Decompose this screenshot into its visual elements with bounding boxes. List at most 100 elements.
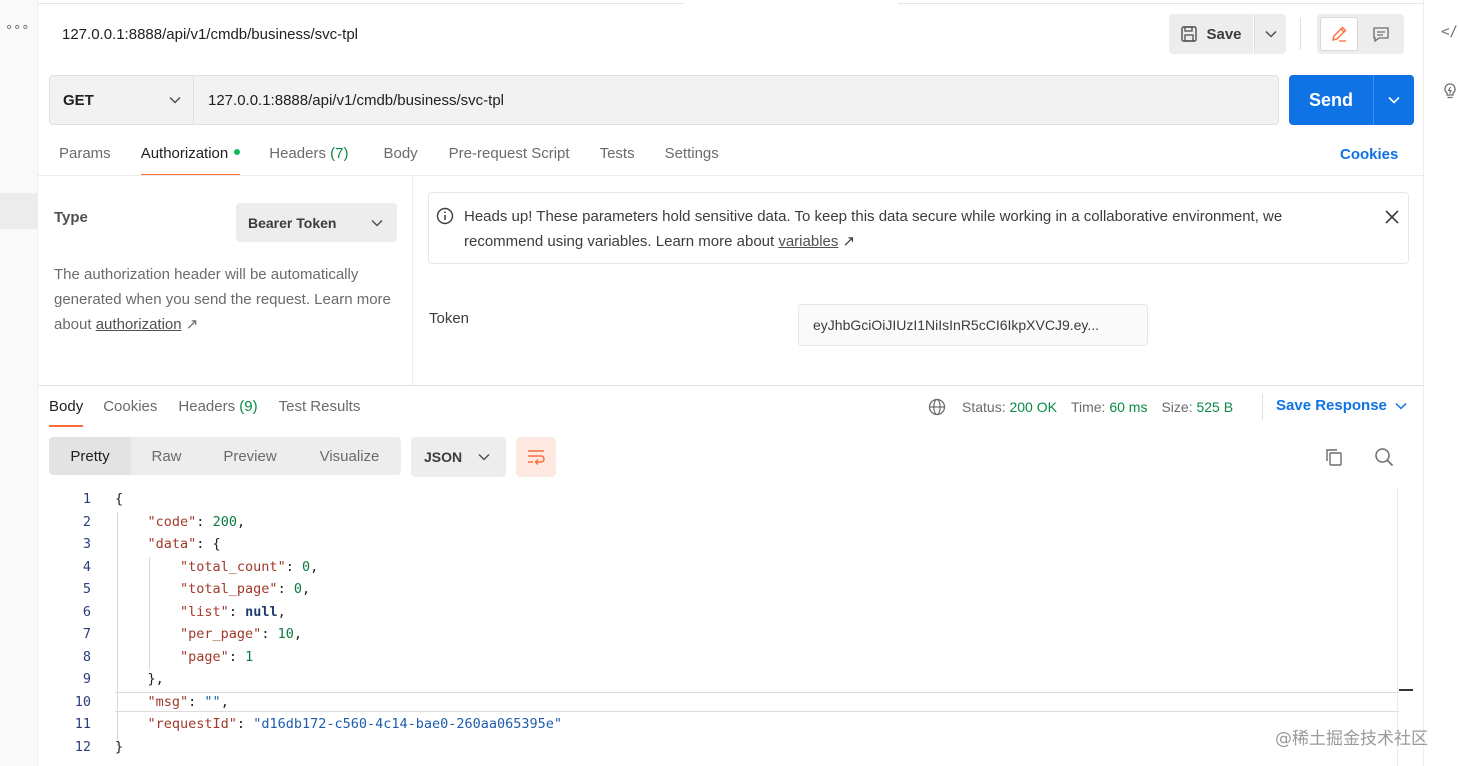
json-key: "total_page" [180, 581, 278, 597]
code-line: 4 "total_count": 0, [49, 556, 1399, 579]
edit-mode-button[interactable] [1320, 17, 1358, 51]
line-number: 1 [82, 491, 91, 507]
url-input[interactable] [194, 76, 1278, 124]
info-icon [436, 207, 454, 225]
json-null: null [245, 603, 278, 620]
tab-params-label: Params [59, 145, 111, 162]
token-input[interactable] [798, 304, 1148, 346]
tab-response-body-label: Body [49, 398, 84, 415]
request-title[interactable]: 127.0.0.1:8888/api/v1/cmdb/business/svc-… [62, 26, 358, 43]
view-pretty-button[interactable]: Pretty [49, 437, 131, 475]
line-number: 2 [82, 513, 91, 530]
tab-body-label: Body [383, 145, 418, 162]
size-value[interactable]: 525 B [1196, 399, 1233, 415]
code-line: 10 "msg": "", [49, 691, 1399, 714]
save-response-button[interactable]: Save Response [1276, 397, 1407, 414]
json-number: 200 [212, 513, 237, 530]
response-body-editor[interactable]: 1{ 2 "code": 200, 3 "data": { 4 "total_c… [49, 488, 1414, 766]
sidebar-active-item[interactable] [0, 193, 38, 229]
size-label: Size: [1161, 399, 1193, 415]
json-key: "data" [147, 536, 197, 552]
line-number: 4 [82, 558, 91, 575]
chevron-down-icon [169, 96, 181, 104]
tab-tests-label: Tests [599, 145, 635, 162]
time-value[interactable]: 60 ms [1109, 399, 1147, 415]
save-label: Save [1206, 25, 1242, 43]
view-raw-button[interactable]: Raw [131, 437, 202, 475]
format-select[interactable]: JSON [411, 437, 506, 477]
tab-body[interactable]: Body [383, 140, 417, 176]
json-number: 0 [301, 558, 311, 575]
authorization-link[interactable]: authorization [96, 316, 182, 333]
method-value: GET [63, 91, 94, 109]
format-value: JSON [424, 449, 463, 465]
code-text: "requestId": "d16db172-c560-4c14-bae0-26… [147, 716, 563, 732]
auth-type-select[interactable]: Bearer Token [236, 203, 397, 242]
code-text: "msg": "", [147, 693, 229, 710]
tab-headers[interactable]: Headers (7) [269, 140, 348, 176]
variables-link[interactable]: variables [778, 233, 838, 250]
chevron-down-icon [1387, 96, 1400, 104]
view-preview-button[interactable]: Preview [202, 437, 298, 475]
tab-prerequest-script[interactable]: Pre-request Script [449, 140, 570, 176]
comment-mode-button[interactable] [1362, 17, 1400, 51]
status-divider [1262, 394, 1263, 420]
more-options-icon[interactable]: ∘∘∘ [5, 20, 29, 33]
code-snippet-icon[interactable]: </ [1441, 24, 1458, 40]
close-icon[interactable] [1384, 209, 1400, 225]
save-button[interactable]: Save [1169, 14, 1253, 54]
line-number: 10 [74, 693, 91, 710]
tab-response-cookies-label: Cookies [103, 398, 158, 415]
headers-count: (7) [330, 145, 349, 162]
code-text: "data": { [147, 536, 221, 552]
code-line: 8 "page": 1 [49, 646, 1399, 669]
view-visualize-button[interactable]: Visualize [298, 437, 401, 475]
alert-text: Heads up! These parameters hold sensitiv… [464, 204, 1364, 254]
tab-response-cookies[interactable]: Cookies [103, 397, 157, 427]
code-text: "total_count": 0, [180, 558, 319, 575]
code-line: 5 "total_page": 0, [49, 578, 1399, 601]
send-button[interactable]: Send [1289, 75, 1373, 125]
code-text: "code": 200, [147, 513, 246, 530]
globe-icon[interactable] [928, 398, 946, 416]
tab-response-body[interactable]: Body [49, 397, 84, 427]
wrap-lines-button[interactable] [516, 437, 556, 477]
copy-icon[interactable] [1324, 447, 1344, 467]
code-line: 2 "code": 200, [49, 511, 1399, 534]
type-label: Type [54, 209, 88, 226]
auth-description: The authorization header will be automat… [54, 262, 394, 337]
tab-headers-label: Headers [269, 145, 326, 162]
search-icon[interactable] [1374, 447, 1394, 467]
json-number: 1 [245, 648, 254, 665]
request-response-divider[interactable] [38, 385, 1423, 386]
json-number: 0 [293, 581, 302, 597]
tab-params[interactable]: Params [59, 140, 111, 176]
status-value[interactable]: 200 OK [1009, 399, 1056, 415]
tab-test-results[interactable]: Test Results [279, 397, 361, 427]
json-key: "list" [180, 603, 229, 620]
json-key: "per_page" [180, 626, 262, 642]
editor-scroll-thumb[interactable] [1399, 689, 1413, 691]
code-text: "total_page": 0, [180, 581, 311, 597]
code-text: "page": 1 [180, 648, 254, 665]
line-number: 3 [82, 536, 91, 552]
tab-settings-label: Settings [664, 145, 719, 162]
tab-settings[interactable]: Settings [665, 140, 719, 176]
tab-response-headers[interactable]: Headers (9) [178, 397, 257, 427]
left-sidebar-rail: ∘∘∘ [0, 0, 38, 766]
json-key: "page" [180, 648, 229, 665]
lightbulb-icon[interactable] [1442, 82, 1458, 102]
alert-message: Heads up! These parameters hold sensitiv… [464, 208, 1283, 250]
tab-authorization[interactable]: Authorization [140, 140, 241, 176]
cookies-link[interactable]: Cookies [1340, 146, 1398, 163]
tab-tests[interactable]: Tests [600, 140, 635, 176]
tab-prerequest-label: Pre-request Script [448, 145, 570, 162]
json-key: "msg" [147, 693, 189, 710]
method-select[interactable]: GET [50, 76, 194, 124]
send-options-button[interactable] [1373, 75, 1413, 125]
code-line: 1{ [49, 488, 1399, 511]
json-key: "code" [147, 513, 197, 530]
external-link-icon: ↗ [185, 316, 199, 333]
wrap-lines-icon [528, 450, 545, 465]
save-options-button[interactable] [1254, 14, 1286, 54]
